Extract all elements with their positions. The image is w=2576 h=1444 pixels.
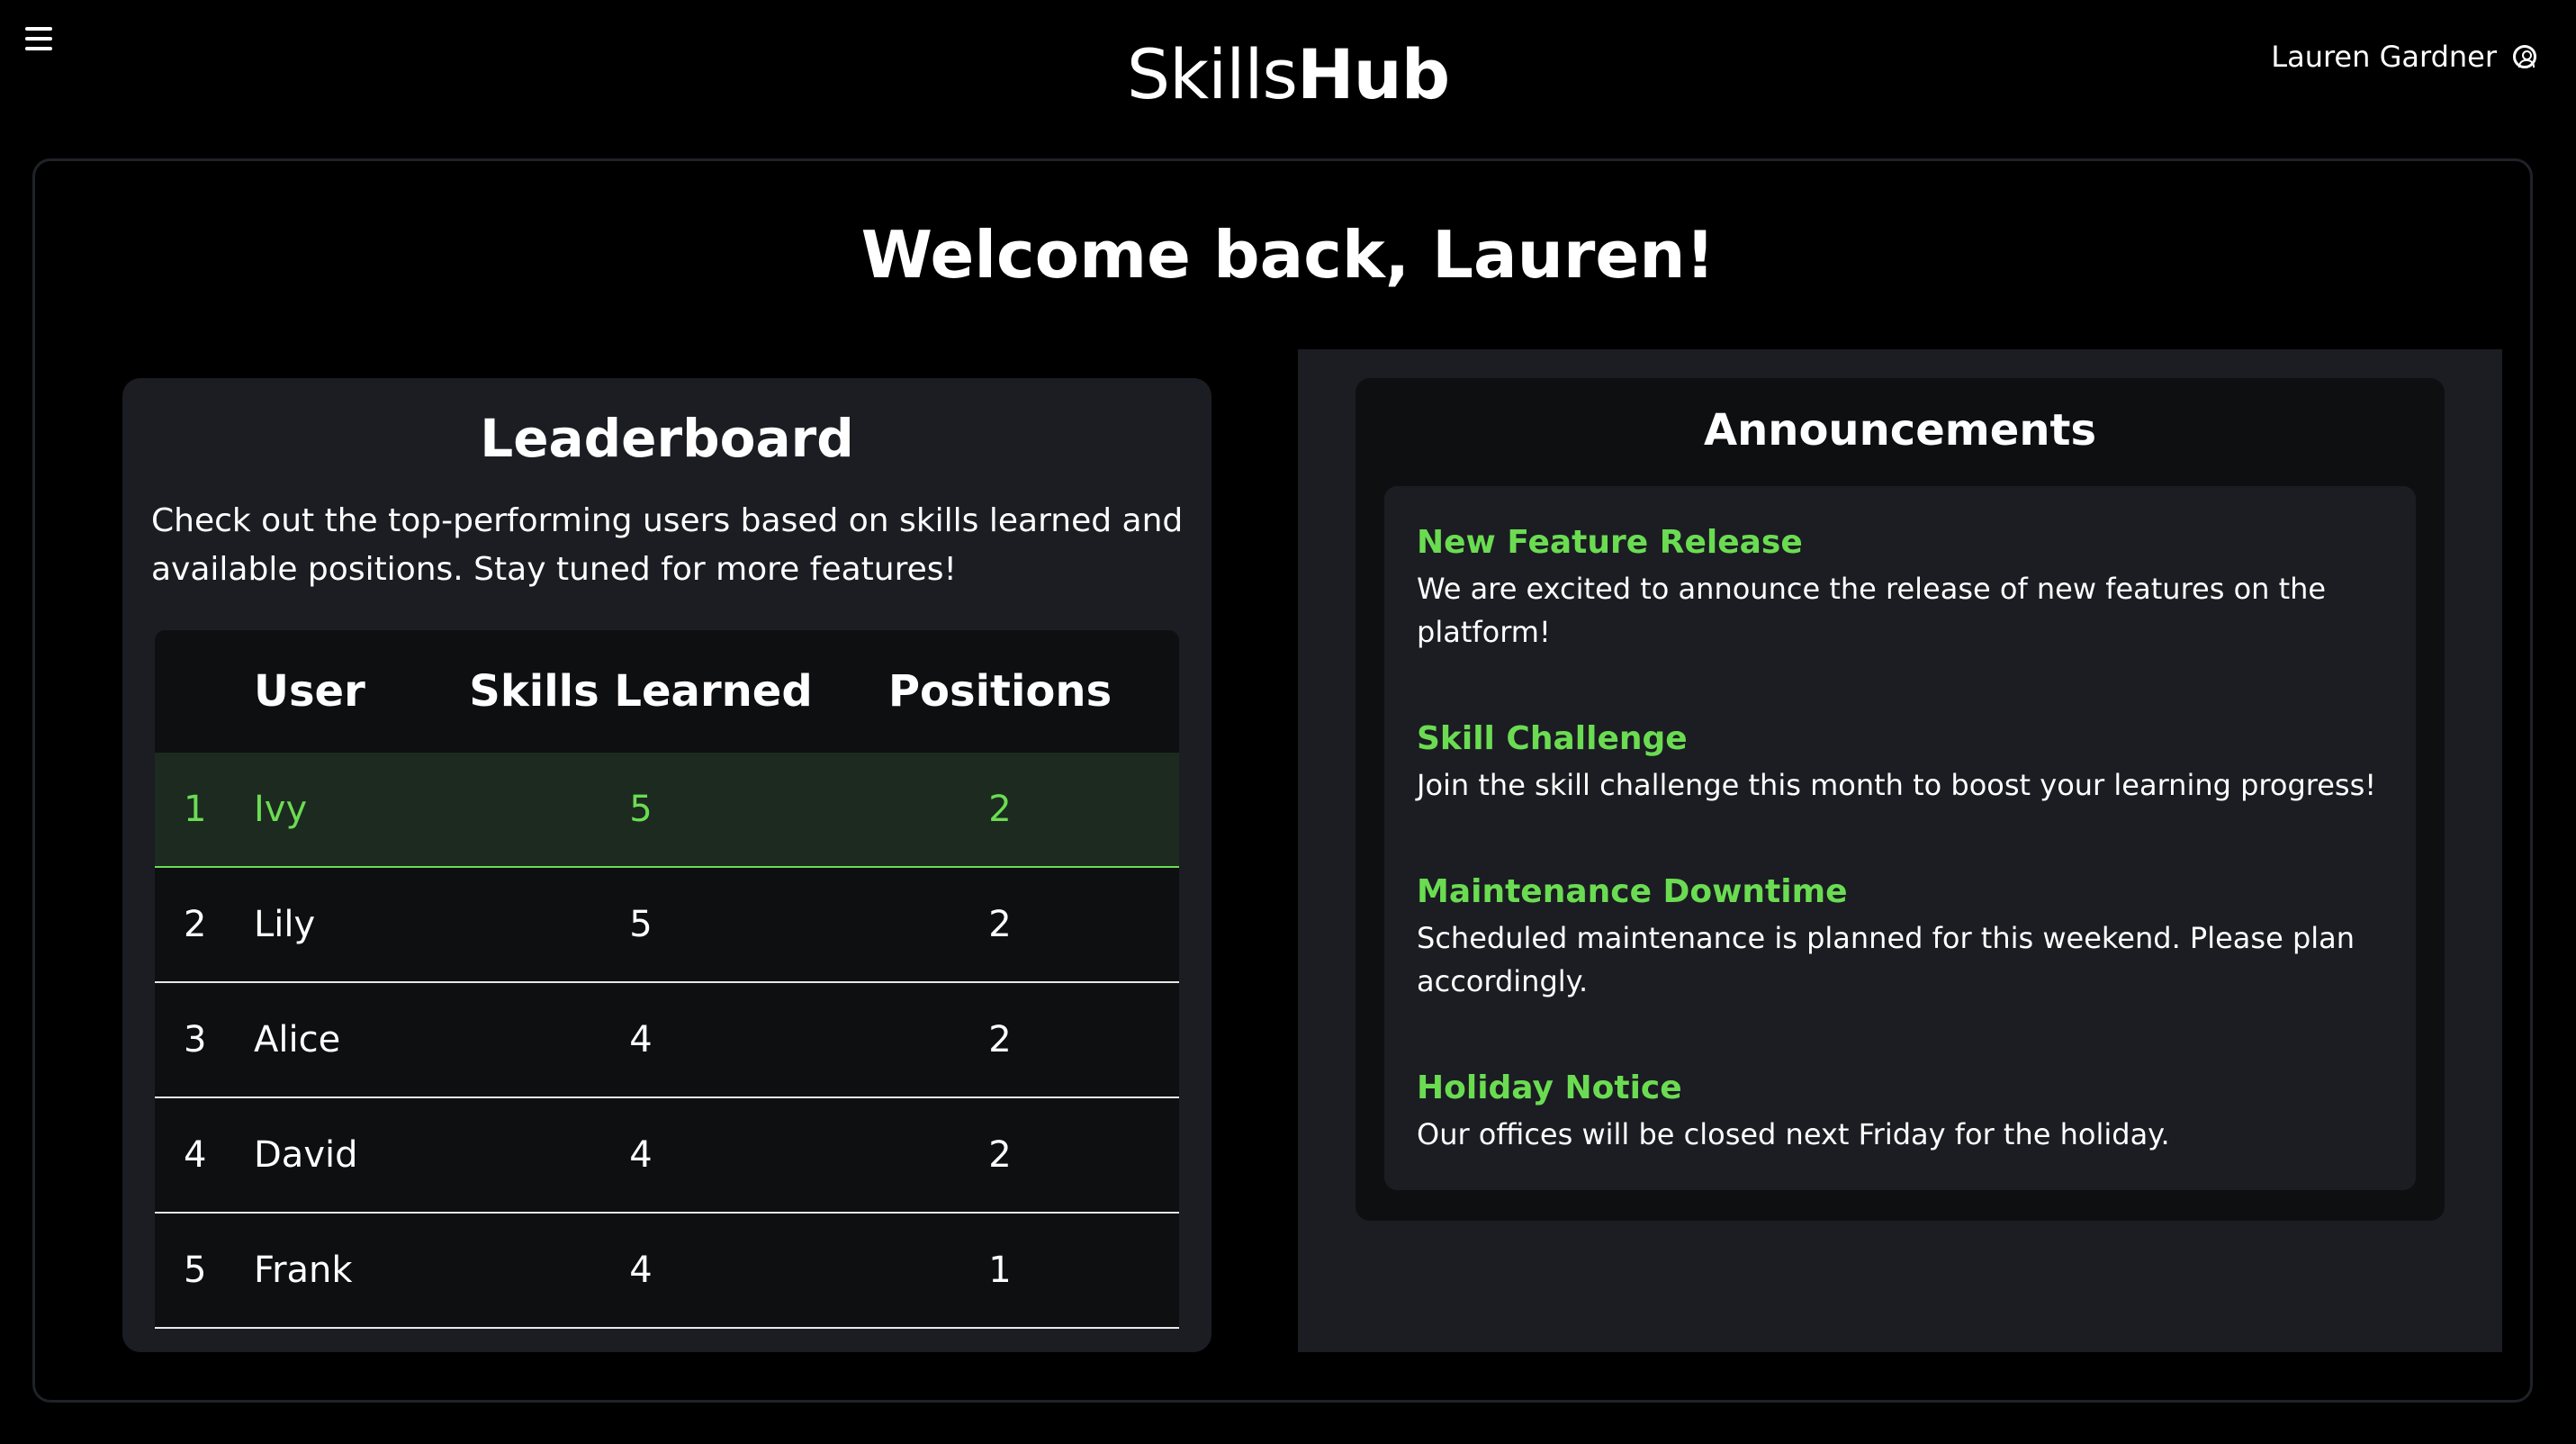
brand-logo[interactable]: SkillsHub: [0, 34, 2576, 115]
announcement-title: New Feature Release: [1417, 524, 1803, 561]
table-header-row: User Skills Learned Positions: [155, 630, 1179, 753]
leaderboard-table: User Skills Learned Positions 1 Ivy 5 2 …: [155, 630, 1179, 1329]
user-cell: Alice: [254, 1019, 341, 1060]
welcome-heading: Welcome back, Lauren!: [860, 217, 1716, 293]
table-row: 4 David 4 2: [155, 1098, 1179, 1214]
brand-part-skills: Skills: [1126, 34, 1298, 114]
leaderboard-description: Check out the top-performing users based…: [151, 502, 1184, 588]
user-cell: Lily: [254, 904, 316, 945]
user-cell: Ivy: [254, 789, 308, 830]
rank-cell: 2: [184, 904, 207, 945]
positions-cell: 1: [988, 1250, 1012, 1291]
table-row: 1 Ivy 5 2: [155, 753, 1179, 868]
column-header-skills: Skills Learned: [469, 666, 813, 717]
announcements-title: Announcements: [1703, 405, 2097, 456]
announcement-item: Maintenance Downtime Scheduled maintenan…: [1417, 871, 2389, 1003]
rank-cell: 1: [184, 789, 207, 830]
rank-cell: 4: [184, 1134, 207, 1176]
user-cell: David: [254, 1134, 358, 1176]
positions-cell: 2: [988, 1019, 1012, 1060]
column-header-positions: Positions: [887, 666, 1112, 717]
user-menu[interactable]: Lauren Gardner: [2271, 40, 2536, 74]
column-header-user: User: [254, 666, 365, 717]
skills-cell: 5: [629, 904, 653, 945]
table-row: 3 Alice 4 2: [155, 983, 1179, 1098]
user-cell: Frank: [254, 1250, 353, 1291]
announcements-section: Announcements New Feature Release We are…: [1298, 349, 2502, 1352]
skills-cell: 4: [629, 1250, 653, 1291]
rank-cell: 5: [184, 1250, 207, 1291]
user-name: Lauren Gardner: [2271, 40, 2497, 74]
table-row: 5 Frank 4 1: [155, 1214, 1179, 1329]
brand-part-hub: Hub: [1297, 34, 1450, 114]
menu-bar: [25, 27, 52, 31]
announcement-description: Scheduled maintenance is planned for thi…: [1417, 921, 2355, 998]
user-circle-icon: [2513, 45, 2536, 68]
skills-cell: 5: [629, 789, 653, 830]
announcement-title: Holiday Notice: [1417, 1069, 1682, 1106]
announcement-description: Our offices will be closed next Friday f…: [1417, 1117, 2170, 1151]
skills-cell: 4: [629, 1019, 653, 1060]
announcements-card: Announcements New Feature Release We are…: [1356, 378, 2445, 1221]
table-row: 2 Lily 5 2: [155, 868, 1179, 983]
rank-cell: 3: [184, 1019, 207, 1060]
announcement-item: Holiday Notice Our offices will be close…: [1417, 1068, 2389, 1156]
announcement-title: Skill Challenge: [1417, 720, 1688, 757]
announcements-list: New Feature Release We are excited to an…: [1384, 486, 2416, 1190]
positions-cell: 2: [988, 904, 1012, 945]
skills-cell: 4: [629, 1134, 653, 1176]
announcement-title: Maintenance Downtime: [1417, 873, 1848, 910]
announcement-description: Join the skill challenge this month to b…: [1417, 768, 2377, 802]
positions-cell: 2: [988, 789, 1012, 830]
leaderboard-title: Leaderboard: [480, 408, 854, 469]
announcement-item: New Feature Release We are excited to an…: [1417, 522, 2389, 654]
announcement-description: We are excited to announce the release o…: [1417, 572, 2327, 649]
leaderboard-card: Leaderboard Check out the top-performing…: [122, 378, 1211, 1352]
positions-cell: 2: [988, 1134, 1012, 1176]
announcement-item: Skill Challenge Join the skill challenge…: [1417, 718, 2389, 807]
